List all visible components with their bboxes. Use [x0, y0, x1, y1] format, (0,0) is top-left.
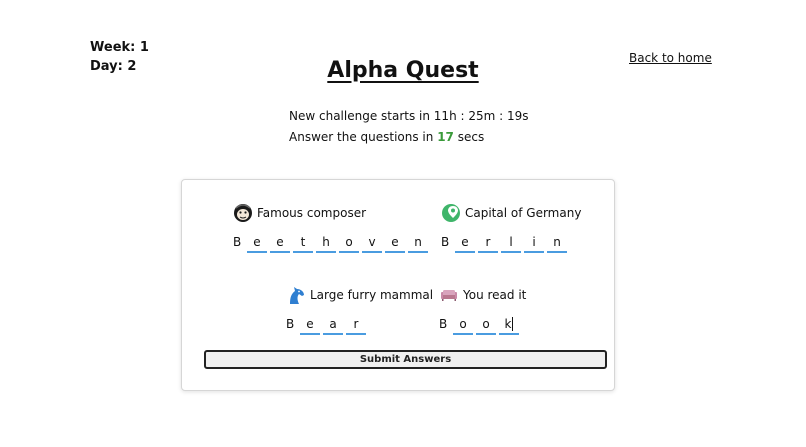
- letter-text: o: [482, 317, 490, 331]
- countdown-line: New challenge starts in 11h : 25m : 19s: [289, 106, 529, 127]
- letter-text: l: [509, 235, 513, 249]
- question-2: Capital of Germany Be r l i n: [441, 201, 581, 253]
- answer-prefix: Answer the questions in: [289, 130, 438, 144]
- answer-input[interactable]: Be a r: [286, 315, 433, 335]
- letter-input[interactable]: e: [385, 233, 405, 253]
- letter-text: i: [532, 235, 536, 249]
- letter-text: e: [253, 235, 261, 249]
- question-4: You read it Book: [439, 283, 526, 335]
- letter-text: e: [276, 235, 284, 249]
- answer-first-letter: B: [441, 233, 453, 253]
- letter-input[interactable]: t: [293, 233, 313, 253]
- answer-input[interactable]: Be e t h o v e n: [233, 233, 431, 253]
- page: Week: 1 Day: 2 Alpha Quest Back to home …: [0, 0, 806, 447]
- letter-input[interactable]: n: [547, 233, 567, 253]
- answer-input[interactable]: Be r l i n: [441, 233, 581, 253]
- letter-text: k: [504, 317, 514, 331]
- letter-text: e: [461, 235, 469, 249]
- submit-answers-button[interactable]: Submit Answers: [204, 350, 607, 369]
- back-to-home-link[interactable]: Back to home: [629, 51, 712, 65]
- letter-input[interactable]: r: [346, 315, 366, 335]
- sofa-icon: [441, 290, 457, 301]
- letter-input[interactable]: e: [247, 233, 267, 253]
- letter-input[interactable]: n: [408, 233, 428, 253]
- letter-input[interactable]: e: [300, 315, 320, 335]
- letter-input[interactable]: e: [455, 233, 475, 253]
- letter-input[interactable]: o: [339, 233, 359, 253]
- letter-input[interactable]: h: [316, 233, 336, 253]
- challenge-info: New challenge starts in 11h : 25m : 19s …: [289, 106, 529, 148]
- letter-text: o: [345, 235, 353, 249]
- letter-text: e: [306, 317, 314, 331]
- letter-text: n: [414, 235, 422, 249]
- letter-text: n: [553, 235, 561, 249]
- letter-text: B: [233, 235, 242, 249]
- letter-text: o: [459, 317, 467, 331]
- question-header: Capital of Germany: [441, 201, 581, 225]
- question-label: Capital of Germany: [465, 206, 582, 220]
- letter-text: a: [329, 317, 337, 331]
- letter-text: r: [485, 235, 491, 249]
- answer-time-line: Answer the questions in 17 secs: [289, 127, 529, 148]
- answer-first-letter: B: [439, 315, 451, 335]
- letter-text: B: [439, 317, 448, 331]
- question-1: Famous composer Be e t h o v e n: [233, 201, 431, 253]
- letter-text: v: [368, 235, 376, 249]
- week-label: Week: 1: [90, 40, 149, 55]
- letter-text: B: [286, 317, 295, 331]
- letter-input[interactable]: o: [453, 315, 473, 335]
- letter-input[interactable]: k: [499, 315, 519, 335]
- letter-text: h: [322, 235, 330, 249]
- question-label: Large furry mammal: [310, 288, 434, 302]
- letter-input[interactable]: i: [524, 233, 544, 253]
- map-pin-icon: [442, 204, 460, 222]
- answer-input[interactable]: Book: [439, 315, 526, 335]
- letter-input[interactable]: e: [270, 233, 290, 253]
- horse-icon: [290, 287, 304, 304]
- answer-first-letter: B: [286, 315, 298, 335]
- letter-text: B: [441, 235, 450, 249]
- answer-secs: 17: [437, 130, 454, 144]
- letter-text: e: [391, 235, 399, 249]
- question-header: You read it: [439, 283, 526, 307]
- monkey-icon: [234, 204, 252, 222]
- countdown-value: 11h : 25m : 19s: [433, 109, 529, 123]
- question-header: Large furry mammal: [286, 283, 433, 307]
- letter-input[interactable]: r: [478, 233, 498, 253]
- question-label: You read it: [463, 288, 527, 302]
- question-label: Famous composer: [257, 206, 367, 220]
- letter-input[interactable]: l: [501, 233, 521, 253]
- letter-input[interactable]: o: [476, 315, 496, 335]
- answer-first-letter: B: [233, 233, 245, 253]
- question-header: Famous composer: [233, 201, 431, 225]
- answer-suffix: secs: [453, 130, 485, 144]
- letter-input[interactable]: a: [323, 315, 343, 335]
- question-3: Large furry mammal Be a r: [286, 283, 433, 335]
- letter-input[interactable]: v: [362, 233, 382, 253]
- countdown-prefix: New challenge starts in: [289, 109, 434, 123]
- letter-text: t: [300, 235, 306, 249]
- letter-text: r: [353, 317, 359, 331]
- quiz-card: Famous composer Be e t h o v e n Capital of Ger…: [181, 179, 615, 391]
